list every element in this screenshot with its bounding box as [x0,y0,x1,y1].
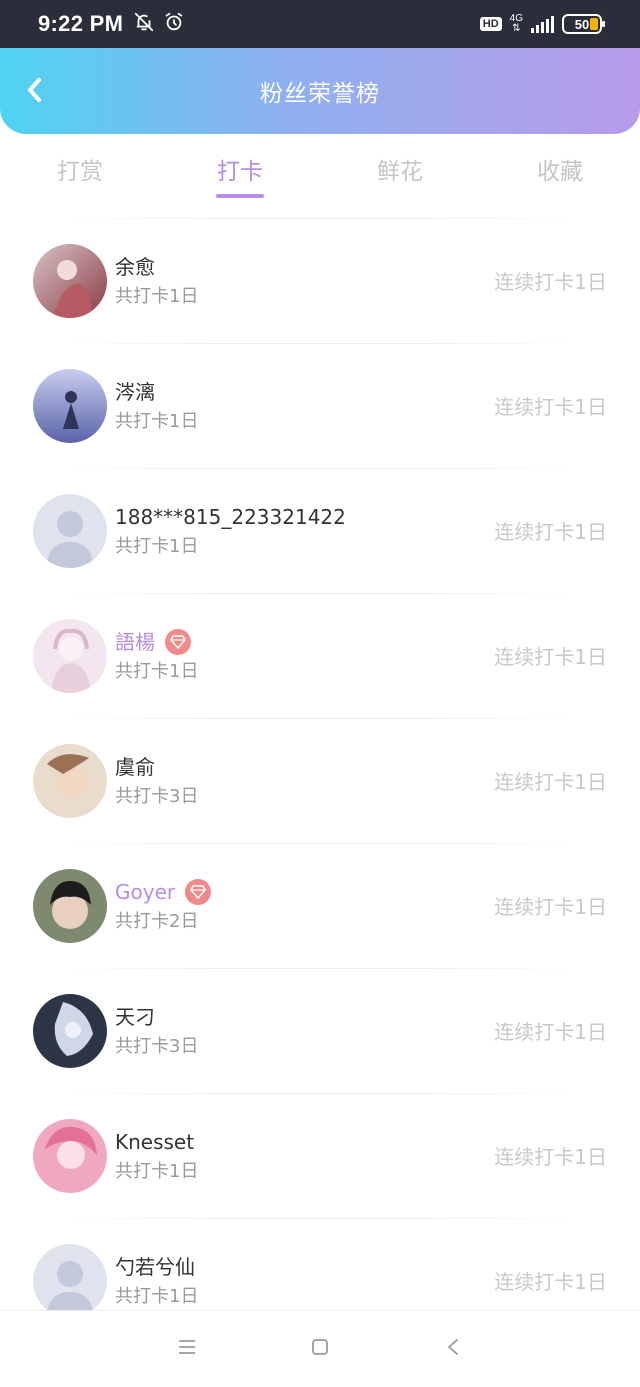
signal-icon [531,15,554,33]
vip-badge-icon [165,628,191,655]
list-item[interactable]: 涔漓 共打卡1日 连续打卡1日 [0,343,640,468]
vip-badge-icon [185,878,212,905]
back-button[interactable] [18,74,50,110]
back-triangle-icon [446,1338,460,1360]
user-name: 語楊 [115,629,155,654]
total-checkin: 共打卡2日 [115,910,199,932]
avatar[interactable] [33,1243,107,1318]
page-title: 粉丝荣誉榜 [260,81,380,107]
battery-icon: 50 [562,14,605,34]
status-time: 9:22 PM [38,11,124,36]
hd-badge: HD [479,17,502,31]
tab-label: 打赏 [57,159,103,185]
menu-button[interactable] [167,1329,207,1369]
user-name: 天刁 [115,1004,155,1029]
user-name: 余愈 [115,254,155,279]
avatar[interactable] [33,618,107,693]
battery-level: 50 [574,16,590,32]
tab-flowers[interactable]: 鲜花 [320,134,480,214]
tab-tip[interactable]: 打赏 [0,134,160,214]
streak-checkin: 连续打卡1日 [494,270,607,294]
total-checkin: 共打卡1日 [115,1285,199,1307]
user-name: Goyer [115,879,176,904]
avatar[interactable] [33,493,107,568]
menu-icon [177,1339,197,1359]
list-item[interactable]: Knesset 共打卡1日 连续打卡1日 [0,1093,640,1218]
app-header: 粉丝荣誉榜 [0,48,640,134]
list-item[interactable]: 天刁 共打卡3日 连续打卡1日 [0,968,640,1093]
streak-checkin: 连续打卡1日 [494,1020,607,1044]
avatar[interactable] [33,868,107,943]
home-square-icon [311,1338,329,1360]
avatar[interactable] [33,1118,107,1193]
list-item[interactable]: 語楊 共打卡1日 连续打卡1日 [0,593,640,718]
network-label: 4G ⇅ [509,13,523,34]
avatar[interactable] [33,243,107,318]
streak-checkin: 连续打卡1日 [494,645,607,669]
total-checkin: 共打卡1日 [115,285,199,307]
tab-label: 鲜花 [377,159,423,185]
system-nav-bar [0,1310,640,1387]
total-checkin: 共打卡1日 [115,660,199,682]
total-checkin: 共打卡1日 [115,1160,199,1182]
streak-checkin: 连续打卡1日 [494,520,607,544]
streak-checkin: 连续打卡1日 [494,770,607,794]
list-item[interactable]: 余愈 共打卡1日 连续打卡1日 [0,218,640,343]
tab-active-indicator [216,194,264,198]
tab-label: 打卡 [217,159,263,185]
status-bar: 9:22 PM HD 4G ⇅ 50 [0,0,640,48]
tab-favorites[interactable]: 收藏 [480,134,640,214]
tab-label: 收藏 [537,159,583,185]
user-name: 涔漓 [115,379,155,404]
total-checkin: 共打卡1日 [115,535,199,557]
avatar[interactable] [33,368,107,443]
back-nav-button[interactable] [433,1329,473,1369]
streak-checkin: 连续打卡1日 [494,1270,607,1294]
tab-checkin[interactable]: 打卡 [160,134,320,214]
avatar[interactable] [33,743,107,818]
total-checkin: 共打卡1日 [115,410,199,432]
fan-list: 余愈 共打卡1日 连续打卡1日 涔漓 共打卡1日 连续打卡1日 188***81… [0,218,640,1343]
list-item[interactable]: 虞俞 共打卡3日 连续打卡1日 [0,718,640,843]
home-button[interactable] [300,1329,340,1369]
avatar[interactable] [33,993,107,1068]
user-name: Knesset [115,1129,195,1154]
total-checkin: 共打卡3日 [115,785,199,807]
list-item[interactable]: Goyer 共打卡2日 连续打卡1日 [0,843,640,968]
chevron-left-icon [25,76,43,108]
streak-checkin: 连续打卡1日 [494,1145,607,1169]
tab-bar: 打赏 打卡 鲜花 收藏 [0,134,640,214]
total-checkin: 共打卡3日 [115,1035,199,1057]
user-name: 虞俞 [115,754,155,779]
streak-checkin: 连续打卡1日 [494,895,607,919]
bell-off-icon [133,11,155,37]
list-item[interactable]: 188***815_223321422 共打卡1日 连续打卡1日 [0,468,640,593]
streak-checkin: 连续打卡1日 [494,395,607,419]
alarm-icon [163,11,185,37]
user-name: 勺若兮仙 [115,1254,195,1279]
user-name: 188***815_223321422 [115,504,346,529]
